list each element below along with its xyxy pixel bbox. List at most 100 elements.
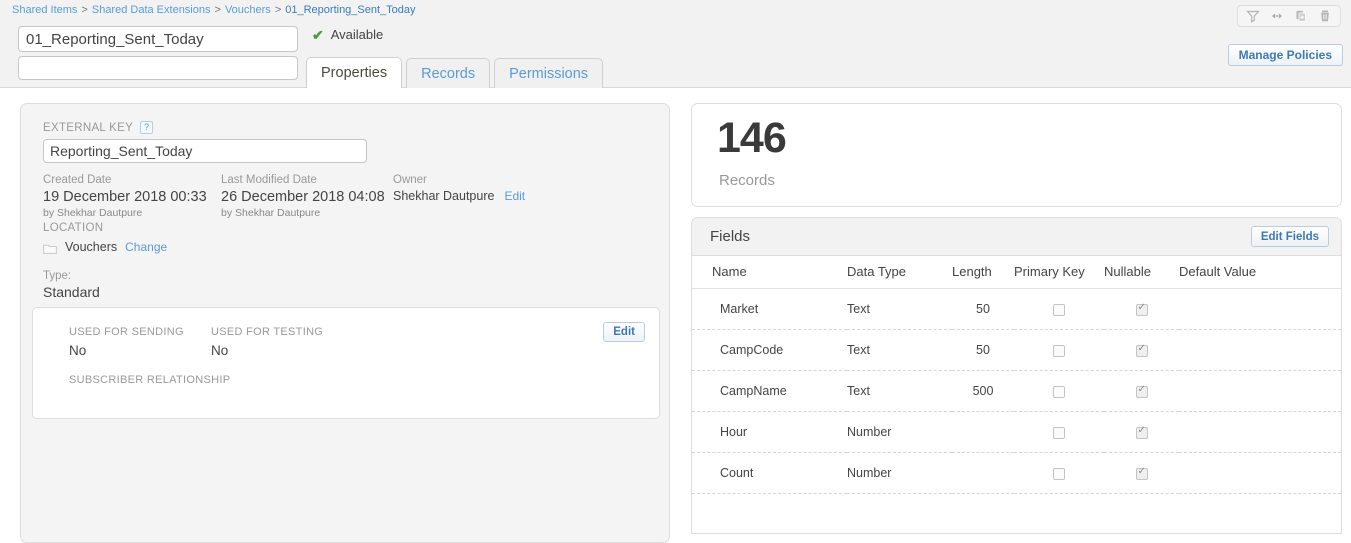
cell-nullable — [1104, 370, 1179, 412]
data-extension-name-input[interactable] — [18, 26, 298, 52]
edit-sending-label: Edit — [613, 326, 635, 338]
tab-records[interactable]: Records — [406, 58, 491, 88]
records-count-value: 146 — [717, 114, 787, 162]
nullable-checkbox[interactable] — [1135, 425, 1148, 439]
used-for-sending-value: No — [69, 343, 87, 358]
last-modified-by: by Shekhar Dautpure — [221, 207, 321, 219]
table-row: Market Text 50 — [692, 288, 1341, 330]
location-change-link[interactable]: Change — [125, 240, 167, 254]
records-count-card: 146 Records — [691, 103, 1342, 207]
primary-key-checkbox[interactable] — [1053, 344, 1065, 357]
table-row: CampCode Text 50 — [692, 329, 1341, 371]
table-row: Count Number — [692, 452, 1341, 494]
data-extension-description-input[interactable] — [18, 56, 298, 80]
page-body: EXTERNAL KEY ? Created Date 19 December … — [0, 89, 1351, 543]
cell-primary-key — [1014, 452, 1104, 494]
column-header-primary-key: Primary Key — [1014, 256, 1104, 289]
cell-data-type: Text — [847, 370, 952, 412]
cell-primary-key — [1014, 411, 1104, 453]
owner-name: Shekhar Dautpure — [393, 189, 495, 203]
cell-nullable — [1104, 452, 1179, 494]
tab-permissions[interactable]: Permissions — [494, 58, 604, 88]
column-header-length: Length — [952, 256, 1014, 289]
properties-panel: EXTERNAL KEY ? Created Date 19 December … — [20, 103, 670, 543]
subscriber-relationship-label: SUBSCRIBER RELATIONSHIP — [69, 374, 231, 386]
breadcrumb: Shared Items > Shared Data Extensions > Vouc… — [12, 4, 416, 16]
edit-fields-button[interactable]: Edit Fields — [1250, 226, 1329, 247]
cell-primary-key — [1014, 288, 1104, 330]
nullable-checkbox[interactable] — [1135, 466, 1148, 480]
filter-icon[interactable] — [1242, 6, 1264, 26]
column-header-name: Name — [692, 256, 847, 289]
move-icon[interactable] — [1266, 6, 1288, 26]
owner-label: Owner — [393, 174, 427, 186]
check-icon: ✔ — [312, 26, 324, 43]
sending-usage-card: USED FOR SENDING No USED FOR TESTING No … — [32, 307, 660, 419]
cell-field-name: CampCode — [692, 329, 847, 371]
delete-icon[interactable] — [1314, 6, 1336, 26]
created-by: by Shekhar Dautpure — [43, 207, 143, 219]
breadcrumb-separator: > — [214, 4, 221, 16]
primary-key-checkbox[interactable] — [1053, 426, 1065, 439]
last-modified-label: Last Modified Date — [221, 174, 317, 186]
last-modified-value: 26 December 2018 04:08 — [221, 189, 385, 205]
cell-field-name: Hour — [692, 411, 847, 453]
nullable-checkbox[interactable] — [1135, 384, 1148, 398]
location-label: LOCATION — [43, 222, 104, 234]
nullable-checkbox[interactable] — [1135, 343, 1148, 357]
tab-records-label: Records — [421, 65, 476, 82]
manage-policies-button[interactable]: Manage Policies — [1227, 44, 1343, 66]
last-modified-block: Last Modified Date 26 December 2018 04:0… — [221, 174, 385, 219]
fields-table-body: MarketText50CampCodeText50CampNameText50… — [692, 288, 1341, 494]
location-row: Vouchers Change — [43, 240, 167, 254]
folder-icon — [43, 242, 57, 254]
cell-nullable — [1104, 329, 1179, 371]
owner-edit-link[interactable]: Edit — [504, 189, 525, 203]
action-icon-toolbar — [1237, 5, 1341, 27]
breadcrumb-item-0[interactable]: Shared Items — [12, 4, 77, 16]
cell-default-value — [1179, 411, 1341, 453]
external-key-label-row: EXTERNAL KEY ? — [43, 121, 154, 134]
edit-fields-label: Edit Fields — [1260, 230, 1319, 243]
breadcrumb-item-2[interactable]: Vouchers — [225, 4, 271, 16]
created-date-label: Created Date — [43, 174, 112, 186]
cell-length: 500 — [952, 370, 1014, 412]
edit-sending-button[interactable]: Edit — [603, 322, 645, 342]
primary-key-checkbox[interactable] — [1053, 303, 1065, 316]
column-header-nullable: Nullable — [1104, 256, 1179, 289]
tab-properties[interactable]: Properties — [306, 57, 403, 88]
status-label: Available — [330, 27, 384, 42]
tab-properties-label: Properties — [321, 65, 388, 81]
breadcrumb-current: 01_Reporting_Sent_Today — [285, 4, 416, 16]
help-icon[interactable]: ? — [140, 121, 154, 134]
cell-nullable — [1104, 288, 1179, 330]
created-date-value: 19 December 2018 00:33 — [43, 189, 207, 205]
cell-field-name: Market — [692, 288, 847, 330]
table-row: CampName Text 500 — [692, 370, 1341, 412]
cell-length — [952, 411, 1014, 453]
primary-key-checkbox[interactable] — [1053, 385, 1065, 398]
breadcrumb-item-1[interactable]: Shared Data Extensions — [92, 4, 211, 16]
cell-field-name: Count — [692, 452, 847, 494]
tab-permissions-label: Permissions — [509, 65, 589, 82]
cell-default-value — [1179, 370, 1341, 412]
used-for-sending-label: USED FOR SENDING — [69, 326, 184, 338]
cell-length: 50 — [952, 288, 1014, 330]
owner-value-row: Shekhar Dautpure Edit — [393, 189, 525, 203]
cell-primary-key — [1014, 370, 1104, 412]
cell-field-name: CampName — [692, 370, 847, 412]
breadcrumb-separator: > — [81, 4, 88, 16]
cell-default-value — [1179, 452, 1341, 494]
copy-icon[interactable] — [1290, 6, 1312, 26]
used-for-testing-label: USED FOR TESTING — [211, 326, 324, 338]
type-label: Type: — [43, 270, 72, 282]
owner-block: Owner Shekhar Dautpure Edit — [393, 174, 525, 203]
cell-data-type: Number — [847, 411, 952, 453]
external-key-input[interactable] — [43, 139, 367, 163]
column-header-data-type: Data Type — [847, 256, 952, 289]
table-row: Hour Number — [692, 411, 1341, 453]
primary-key-checkbox[interactable] — [1053, 467, 1065, 480]
external-key-label: EXTERNAL KEY — [43, 121, 134, 134]
nullable-checkbox[interactable] — [1135, 302, 1148, 316]
fields-card-header: Fields Edit Fields — [692, 218, 1341, 256]
